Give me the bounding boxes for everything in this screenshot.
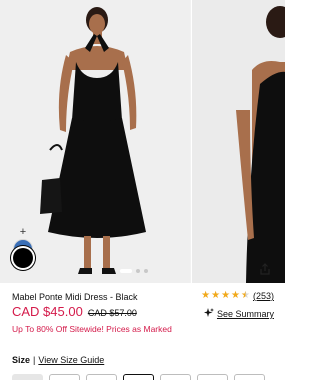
promo-banner: Up To 80% Off Sitewide! Prices as Marked (12, 324, 172, 334)
product-title: Mabel Ponte Midi Dress - Black (12, 292, 138, 302)
size-option[interactable] (234, 374, 265, 380)
pagination-dot[interactable] (144, 269, 148, 273)
swatch-black-selected[interactable] (13, 248, 33, 268)
size-option-selected[interactable] (123, 374, 154, 380)
model-side-image (192, 0, 285, 283)
star-full-icon: ★ (201, 290, 211, 301)
size-label: Size (12, 355, 31, 365)
see-summary-label[interactable]: See Summary (217, 309, 274, 319)
star-full-icon: ★ (231, 290, 241, 301)
product-price: CAD $45.00 CAD $57.00 (12, 304, 137, 319)
size-option-disabled (12, 374, 43, 380)
size-option[interactable] (160, 374, 191, 380)
rating-stars: ★ ★ ★ ★ ★ (201, 291, 250, 301)
price-original: CAD $57.00 (87, 308, 137, 318)
rating-count-link[interactable]: (253) (253, 291, 274, 301)
sparkle-icon (203, 305, 214, 323)
size-header: Size | View Size Guide (12, 355, 104, 365)
product-rating[interactable]: ★ ★ ★ ★ ★ (253) (201, 291, 274, 302)
product-image-secondary[interactable] (191, 0, 285, 283)
add-icon[interactable]: + (17, 226, 29, 238)
size-guide-link[interactable]: View Size Guide (38, 355, 104, 365)
pagination-dot-active[interactable] (120, 269, 132, 273)
star-full-icon: ★ (221, 290, 231, 301)
star-half-icon: ★ (241, 290, 250, 301)
star-full-icon: ★ (211, 290, 221, 301)
size-option[interactable] (86, 374, 117, 380)
size-separator: | (33, 355, 36, 365)
see-summary-link[interactable]: See Summary (203, 305, 274, 323)
product-image-gallery[interactable]: + (0, 0, 285, 283)
gallery-pagination (120, 268, 148, 274)
size-option[interactable] (197, 374, 228, 380)
size-option[interactable] (49, 374, 80, 380)
pagination-dot[interactable] (136, 269, 140, 273)
share-icon[interactable] (258, 262, 272, 276)
price-current: CAD $45.00 (12, 304, 83, 319)
size-options (12, 374, 265, 380)
